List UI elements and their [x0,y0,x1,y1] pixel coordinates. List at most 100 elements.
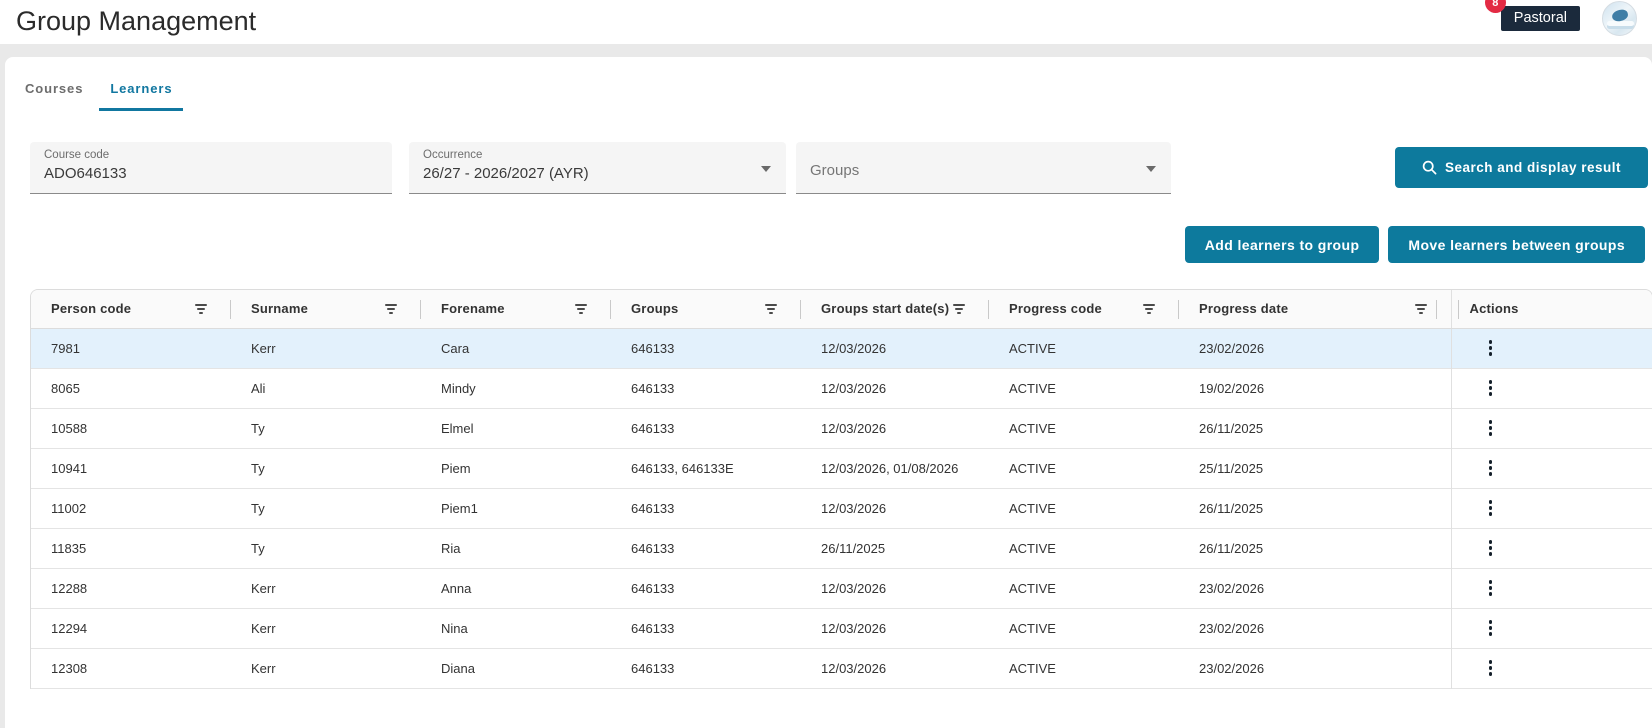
table-row[interactable]: 8065AliMindy64613312/03/2026ACTIVE19/02/… [31,368,1652,408]
table-row[interactable]: 12294KerrNina64613312/03/2026ACTIVE23/02… [31,608,1652,648]
table-row[interactable]: 10588TyElmel64613312/03/2026ACTIVE26/11/… [31,408,1652,448]
cell-start-dates: 12/03/2026 [801,408,989,448]
cell-start-dates: 12/03/2026 [801,648,989,688]
cell-actions [1451,368,1652,408]
cell-start-dates: 12/03/2026 [801,328,989,368]
learners-table: Person code Surname Forename GroupsGroups s… [30,289,1652,689]
groups-select[interactable]: Groups [796,142,1171,194]
cell-progress-code: ACTIVE [989,648,1179,688]
row-actions-kebab-icon[interactable] [1479,495,1503,521]
tab-learners[interactable]: Learners [99,75,183,111]
course-code-field[interactable]: Course code [30,142,392,194]
cell-start-dates: 12/03/2026 [801,368,989,408]
column-header-groups[interactable]: Groups [611,290,801,328]
course-code-input[interactable] [44,161,378,182]
cell-progress-date: 26/11/2025 [1179,408,1451,448]
move-learners-button[interactable]: Move learners between groups [1388,226,1645,263]
column-header-progress-date[interactable]: Progress date [1179,290,1451,328]
cell-surname: Ty [231,488,421,528]
cell-surname: Ty [231,528,421,568]
filter-icon[interactable] [575,304,587,314]
groups-placeholder: Groups [810,149,1157,193]
context-pastoral-button[interactable]: 8 Pastoral [1501,6,1580,31]
filter-icon[interactable] [1415,304,1427,314]
cell-progress-date: 23/02/2026 [1179,608,1451,648]
table-row[interactable]: 11002TyPiem164613312/03/2026ACTIVE26/11/… [31,488,1652,528]
column-label: Surname [251,301,308,316]
course-code-label: Course code [44,149,378,161]
cell-groups: 646133 [611,608,801,648]
column-label: Progress code [1009,301,1102,316]
row-actions-kebab-icon[interactable] [1479,655,1503,681]
cell-progress-code: ACTIVE [989,328,1179,368]
cell-progress-code: ACTIVE [989,368,1179,408]
cell-groups: 646133 [611,528,801,568]
row-actions-kebab-icon[interactable] [1479,375,1503,401]
column-label: Forename [441,301,505,316]
column-header-surname[interactable]: Surname [231,290,421,328]
cell-person-code: 8065 [31,368,231,408]
column-header-progress-code[interactable]: Progress code [989,290,1179,328]
cell-person-code: 12294 [31,608,231,648]
table-row[interactable]: 12308KerrDiana64613312/03/2026ACTIVE23/0… [31,648,1652,688]
filter-icon[interactable] [765,304,777,314]
search-button-label: Search and display result [1445,160,1621,175]
cell-surname: Ty [231,448,421,488]
cell-progress-code: ACTIVE [989,488,1179,528]
topbar-right-cluster: 8 Pastoral [1501,0,1637,36]
tab-bar: Courses Learners [5,57,1652,111]
cell-surname: Kerr [231,648,421,688]
cell-forename: Diana [421,648,611,688]
cell-surname: Kerr [231,608,421,648]
row-actions-kebab-icon[interactable] [1479,575,1503,601]
filters-row: Course code Occurrence 26/27 - 2026/2027… [5,111,1652,194]
occurrence-select[interactable]: Occurrence 26/27 - 2026/2027 (AYR) [409,142,786,194]
top-bar: Group Management 8 Pastoral [0,0,1652,44]
cell-forename: Cara [421,328,611,368]
column-label: Person code [51,301,131,316]
cell-progress-date: 23/02/2026 [1179,328,1451,368]
cell-progress-date: 26/11/2025 [1179,488,1451,528]
cell-forename: Piem1 [421,488,611,528]
cell-progress-date: 26/11/2025 [1179,528,1451,568]
cell-progress-code: ACTIVE [989,528,1179,568]
avatar[interactable] [1602,1,1637,36]
row-actions-kebab-icon[interactable] [1479,415,1503,441]
table-row[interactable]: 7981KerrCara64613312/03/2026ACTIVE23/02/… [31,328,1652,368]
cell-person-code: 12308 [31,648,231,688]
column-header-person-code[interactable]: Person code [31,290,231,328]
table-row[interactable]: 10941TyPiem646133, 646133E12/03/2026, 01… [31,448,1652,488]
filter-icon[interactable] [953,304,965,314]
cell-actions [1451,648,1652,688]
main-card: Courses Learners Course code Occurrence … [5,57,1652,728]
column-label: Actions [1470,301,1519,316]
add-learners-button[interactable]: Add learners to group [1185,226,1380,263]
row-actions-kebab-icon[interactable] [1479,455,1503,481]
cell-start-dates: 12/03/2026 [801,568,989,608]
search-and-display-button[interactable]: Search and display result [1395,147,1648,188]
filter-icon[interactable] [1143,304,1155,314]
cell-forename: Nina [421,608,611,648]
search-icon [1422,160,1437,175]
cell-groups: 646133 [611,368,801,408]
tab-courses[interactable]: Courses [14,75,94,111]
occurrence-label: Occurrence [423,149,772,161]
filter-icon[interactable] [195,304,207,314]
filter-icon[interactable] [385,304,397,314]
cell-forename: Mindy [421,368,611,408]
cell-surname: Ali [231,368,421,408]
cell-progress-date: 19/02/2026 [1179,368,1451,408]
row-actions-kebab-icon[interactable] [1479,335,1503,361]
cell-progress-code: ACTIVE [989,408,1179,448]
group-actions-row: Add learners to group Move learners betw… [5,194,1652,263]
row-actions-kebab-icon[interactable] [1479,615,1503,641]
row-actions-kebab-icon[interactable] [1479,535,1503,561]
table-row[interactable]: 12288KerrAnna64613312/03/2026ACTIVE23/02… [31,568,1652,608]
cell-progress-code: ACTIVE [989,448,1179,488]
cell-person-code: 10941 [31,448,231,488]
column-header-start-dates[interactable]: Groups start date(s) [801,290,989,328]
column-header-forename[interactable]: Forename [421,290,611,328]
cell-actions [1451,528,1652,568]
cell-actions [1451,328,1652,368]
table-row[interactable]: 11835TyRia64613326/11/2025ACTIVE26/11/20… [31,528,1652,568]
